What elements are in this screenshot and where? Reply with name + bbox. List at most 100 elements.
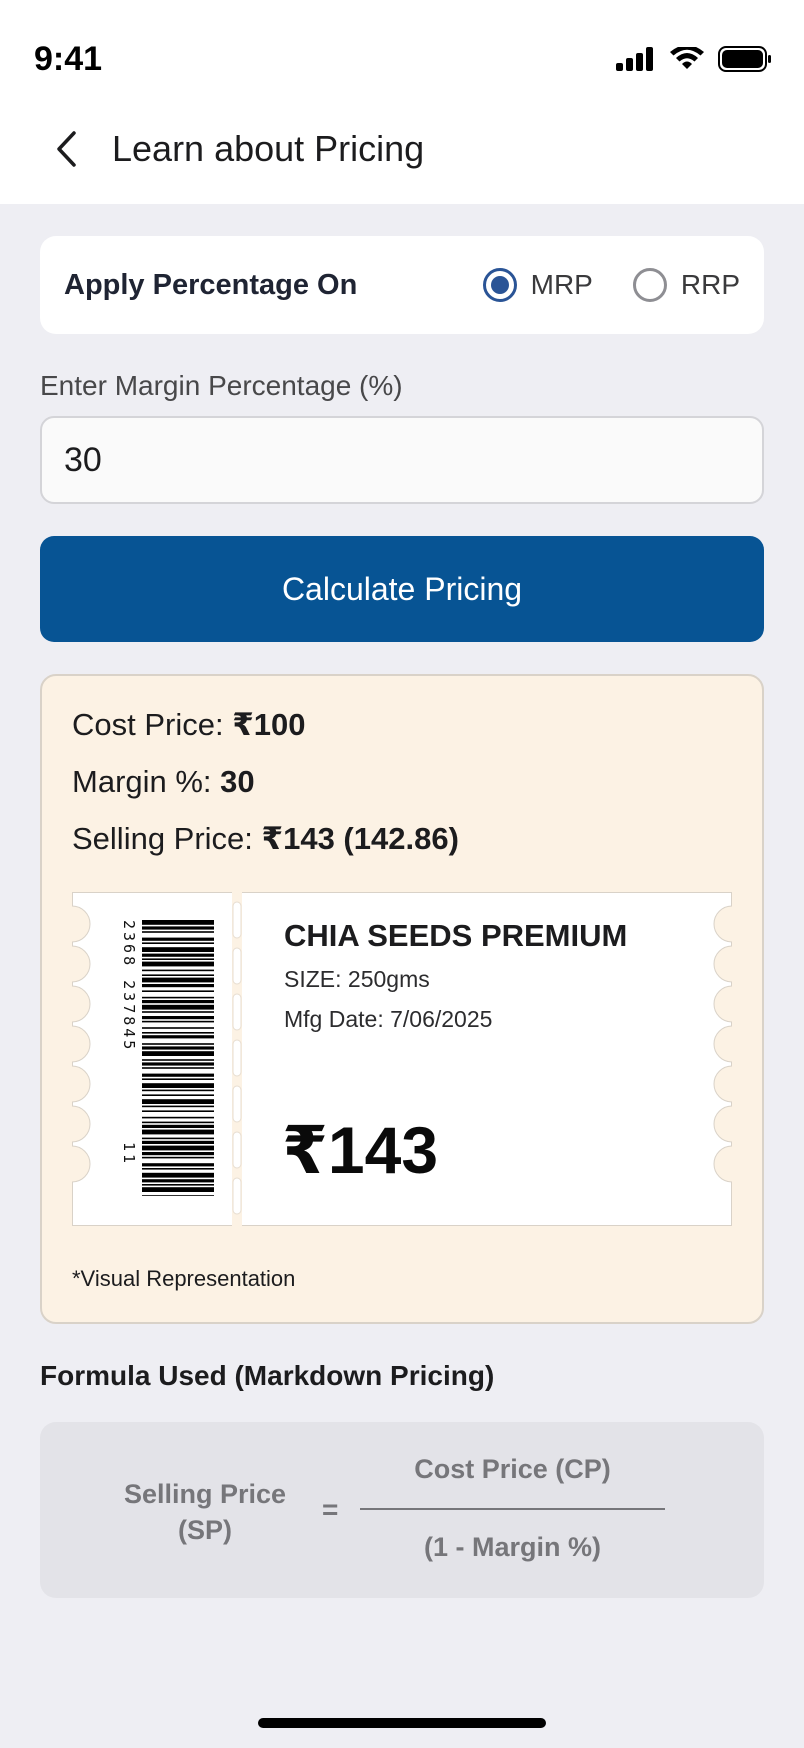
formula-card: Selling Price (SP) = Cost Price (CP) (1 … [40,1422,764,1598]
barcode-stripe [142,1116,214,1119]
main-content: Apply Percentage On MRP RRP Enter Margin… [40,236,764,1598]
battery-icon [718,46,771,72]
formula-selling-price: Selling Price (SP) [100,1476,310,1548]
radio-rrp-label: RRP [680,269,740,300]
barcode-number-tail: 11 [120,1142,138,1167]
calculate-pricing-button[interactable]: Calculate Pricing [40,536,764,642]
product-size: SIZE: 250gms [284,966,430,992]
barcode-stripe [142,947,214,952]
barcode-stripe [142,1043,214,1045]
margin-line: Margin %: 30 [72,759,732,816]
barcode-stripe [142,1032,214,1034]
barcode-stripe [142,1035,214,1039]
barcode-stripe [142,990,214,992]
selling-price-line: Selling Price: ₹143 (142.86) [72,816,732,873]
barcode-stripe [142,931,214,933]
barcode-stripe [142,977,214,983]
barcode-stripe [142,1089,214,1092]
margin-percentage-input[interactable]: 30 [40,416,764,504]
price-tag-preview: 2368 237845 11 CHIA SEEDS PREMIUM SIZE: … [72,892,732,1226]
barcode-stripe [142,958,214,960]
barcode-stripe [142,1020,214,1023]
radio-unselected-icon [632,268,667,302]
barcode-stripe [142,926,214,930]
barcode-stripe [142,1140,214,1144]
apply-percentage-label: Apply Percentage On [64,268,358,301]
barcode-stripe [142,920,214,925]
nav-bar: Learn about Pricing [0,118,804,180]
barcode-stripe [142,1073,214,1077]
selling-price-label: Selling Price: [72,821,262,856]
status-icons [616,46,772,72]
home-indicator [258,1718,546,1728]
margin-value: 30 [220,764,255,799]
cost-price-line: Cost Price: ₹100 [72,702,732,759]
formula-left-line2: (SP) [178,1515,232,1545]
barcode-graphic [142,920,214,1196]
radio-selected-icon [482,268,517,302]
radio-mrp[interactable]: MRP [482,268,593,302]
barcode-stripe [142,1004,214,1010]
barcode-stripe [142,1179,214,1183]
selling-price-value: ₹143 (142.86) [261,821,459,856]
barcode-stripe [142,942,214,944]
barcode-stripe [142,1016,214,1020]
product-name: CHIA SEEDS PREMIUM [284,918,628,953]
wifi-icon [670,47,704,69]
barcode-stripe [142,1121,214,1124]
barcode-stripe [142,1078,214,1080]
barcode-stripe [142,1163,214,1167]
margin-label: Margin %: [72,764,221,799]
top-area: 9:41 Learn about Pricing [0,0,804,204]
back-button[interactable] [36,119,96,179]
radio-rrp[interactable]: RRP [632,268,740,302]
barcode-stripe [142,1000,214,1004]
barcode-stripe [142,996,214,999]
radio-mrp-label: MRP [530,269,593,300]
barcode-stripe [142,1172,214,1178]
barcode-stripe [142,937,214,941]
barcode-stripe [142,1027,214,1029]
barcode-stripe [142,1187,214,1192]
margin-field-label: Enter Margin Percentage (%) [40,370,403,401]
cost-price-value: ₹100 [232,707,306,742]
barcode-stripe [142,953,214,957]
barcode-stripe [142,1062,214,1066]
product-mfg-date: Mfg Date: 7/06/2025 [284,1006,493,1032]
barcode-stripe [142,1046,214,1050]
barcode-stripe [142,1152,214,1156]
barcode-stripe [142,1105,214,1108]
barcode-stripe [142,1184,214,1186]
barcode-stripe [142,1059,214,1061]
barcode-stripe [142,1083,214,1088]
result-card: Cost Price: ₹100 Margin %: 30 Selling Pr… [40,674,764,1324]
barcode-stripe [142,1094,214,1096]
barcode-stripe [142,974,214,976]
barcode-stripe [142,1195,214,1196]
barcode-stripe [142,984,214,988]
barcode-stripe [142,1124,214,1128]
barcode-stripe [142,1156,214,1159]
barcode-stripe [142,1137,214,1140]
page-title: Learn about Pricing [112,128,425,169]
visual-representation-note: *Visual Representation [72,1266,296,1291]
formula-title: Formula Used (Markdown Pricing) [40,1360,495,1391]
formula-equals: = [322,1494,339,1525]
chevron-left-icon [57,131,76,167]
status-time: 9:41 [34,40,103,78]
barcode-stripe [142,961,214,967]
barcode-stripe [142,1099,214,1104]
formula-left-line1: Selling Price [123,1479,287,1509]
formula-numerator: Cost Price (CP) [414,1454,611,1484]
barcode-stripe [142,1129,214,1135]
barcode-stripe [142,1051,214,1056]
formula-fraction-bar [360,1508,665,1510]
cost-price-label: Cost Price: [72,707,233,742]
barcode-stripe [142,1145,214,1151]
formula-denominator: (1 - Margin %) [423,1532,601,1562]
barcode-stripe [142,1110,214,1112]
barcode-stripe [142,1011,214,1013]
barcode-stripe [142,1168,214,1170]
barcode-stripe [142,1067,214,1069]
product-price: ₹143 [282,1113,439,1187]
